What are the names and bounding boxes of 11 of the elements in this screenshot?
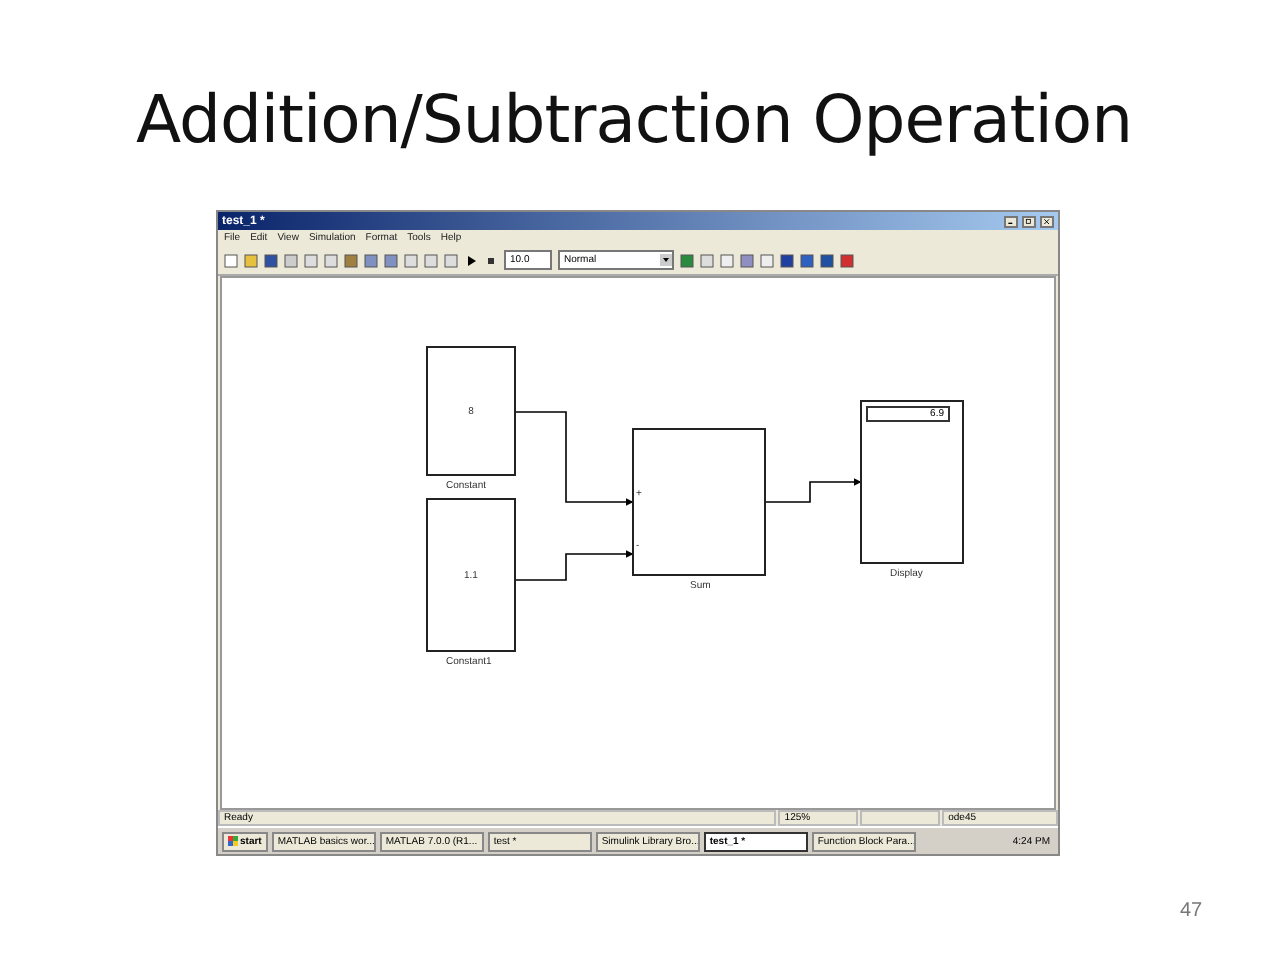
sum-block[interactable]: [632, 428, 766, 576]
status-segment: [860, 810, 941, 826]
maximize-icon[interactable]: [1022, 215, 1036, 227]
play-icon[interactable]: [464, 253, 478, 267]
dropdown-arrow-icon: [660, 254, 672, 266]
connector-line: [516, 410, 632, 506]
minimize-icon[interactable]: [1004, 215, 1018, 227]
close-icon[interactable]: [1040, 215, 1054, 227]
page-number: 47: [1180, 900, 1203, 922]
slide-title: Addition/Subtraction Operation: [136, 80, 1134, 160]
flag-icon: [228, 836, 238, 846]
